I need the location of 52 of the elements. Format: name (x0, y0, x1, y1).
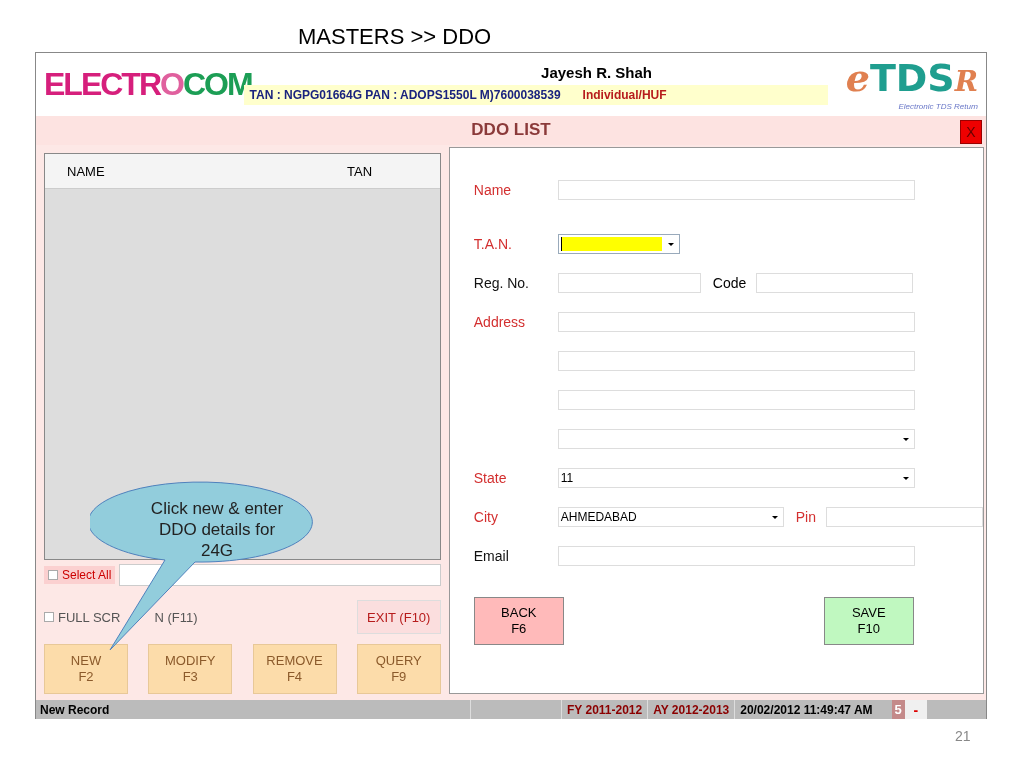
dropdown-field[interactable]: AHMEDABAD (557, 506, 784, 527)
field-label: Code (712, 274, 747, 291)
full-screen-checkbox[interactable] (44, 612, 54, 622)
action-button[interactable]: QUERY F9 (356, 644, 441, 694)
exit-button[interactable]: EXIT (F10) (356, 600, 441, 634)
callout-text: Click new & enter DDO details for 24G (149, 498, 285, 561)
field-label: T.A.N. (473, 235, 512, 252)
slide-number: 21 (955, 728, 971, 744)
input-field[interactable] (557, 350, 915, 371)
window-title: DDO LIST (471, 120, 551, 141)
input-field[interactable] (557, 545, 915, 566)
input-field[interactable] (557, 389, 915, 410)
select-all-checkbox[interactable]: Select All (44, 566, 116, 584)
action-button[interactable]: MODIFY F3 (148, 644, 233, 694)
assessment-year: AY 2012-2013 (647, 700, 735, 719)
checkbox-label: FULL SCR (58, 609, 121, 625)
input-field[interactable] (756, 272, 914, 293)
product-logo: eTDSR Electronic TDS Return (844, 57, 978, 111)
company-name: Jayesh R. Shah (541, 63, 652, 81)
field-label: Name (473, 181, 512, 198)
caret-icon (902, 476, 909, 480)
input-field[interactable] (557, 179, 915, 200)
checkbox-label: N (F11) (154, 609, 198, 625)
field-label: City (473, 508, 498, 525)
minimize-button[interactable]: - (904, 700, 927, 719)
caret-icon (667, 242, 674, 246)
input-field[interactable] (826, 506, 983, 527)
financial-year: FY 2011-2012 (561, 700, 648, 719)
filter-field[interactable] (119, 564, 441, 586)
count-badge: 5 (891, 700, 905, 719)
caret-icon (771, 515, 778, 519)
field-label: Email (473, 547, 509, 564)
save-button[interactable]: SAVE F10 (823, 597, 914, 645)
status-message: New Record (39, 702, 111, 717)
field-label: Reg. No. (473, 274, 529, 291)
slide-title: MASTERS >> DDO (298, 24, 492, 50)
column-header: NAME (66, 163, 106, 179)
dropdown-field[interactable] (557, 233, 680, 254)
input-field[interactable] (557, 311, 915, 332)
field-label: State (473, 469, 507, 486)
action-button[interactable]: REMOVE F4 (252, 644, 337, 694)
field-label: Address (473, 313, 526, 330)
caret-icon (902, 437, 909, 441)
back-button[interactable]: BACK F6 (473, 597, 564, 645)
column-header: TAN (347, 163, 373, 179)
category-label: Individual/HUF (582, 87, 667, 102)
close-button[interactable]: X (960, 119, 982, 144)
dropdown-field[interactable]: 11 (557, 467, 915, 488)
date-time: 20/02/2012 11:49:47 AM (734, 700, 878, 719)
action-button[interactable]: NEW F2 (44, 644, 128, 694)
field-label: Pin (795, 508, 816, 525)
input-field[interactable] (557, 272, 701, 293)
